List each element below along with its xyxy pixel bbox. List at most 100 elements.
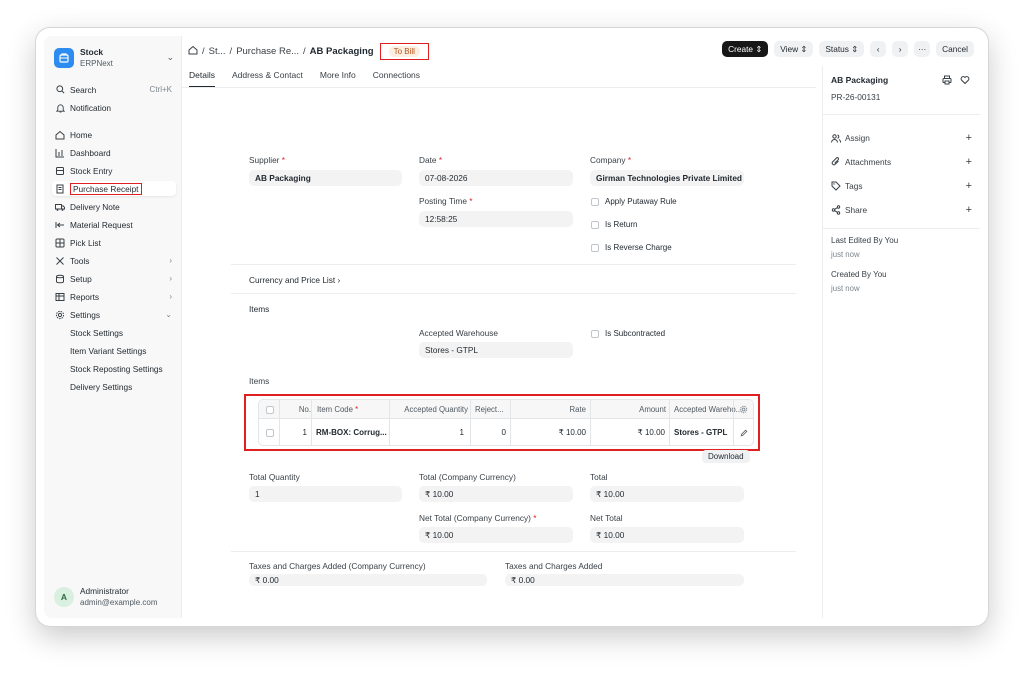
create-label: Create [728, 44, 753, 54]
col-amount: Amount [639, 405, 666, 414]
sidebar-item-purchase-receipt[interactable]: Purchase Receipt [52, 181, 176, 196]
checkbox[interactable] [591, 220, 599, 229]
table-icon [55, 292, 65, 302]
checkbox[interactable] [591, 197, 599, 206]
taxes-label: Taxes and Charges Added [505, 561, 603, 571]
sidebar-subitem-stock-reposting-settings[interactable]: Stock Reposting Settings [70, 361, 163, 376]
row-accepted-qty[interactable]: 1 [393, 419, 464, 445]
row-rate[interactable]: ₹ 10.00 [514, 419, 586, 445]
row-rejected-qty[interactable]: 0 [474, 419, 506, 445]
create-button[interactable]: Create ⇕ [722, 41, 769, 57]
avatar: A [54, 587, 74, 607]
sidebar-item-tools[interactable]: Tools › [52, 253, 176, 268]
tab-details[interactable]: Details [189, 70, 215, 87]
row-item-code[interactable]: RM-BOX: Corrug... [316, 419, 387, 445]
date-field[interactable]: 07-08-2026 [419, 170, 573, 186]
company-field[interactable]: Girman Technologies Private Limited [590, 170, 744, 186]
edit-row-icon[interactable] [740, 419, 748, 445]
col-divider [470, 400, 471, 445]
previous-button[interactable]: ‹ [870, 41, 887, 57]
user-name: Administrator [80, 586, 129, 596]
cancel-button[interactable]: Cancel [936, 41, 974, 57]
add-assign-icon[interactable]: + [966, 132, 972, 144]
tab-connections[interactable]: Connections [373, 70, 420, 87]
sidebar-item-setup[interactable]: Setup › [52, 271, 176, 286]
sidebar-item-dashboard[interactable]: Dashboard [52, 145, 176, 160]
col-accepted-warehouse: Accepted Wareho... [674, 405, 743, 414]
sidebar-item-material-request[interactable]: Material Request [52, 217, 176, 232]
select-all-checkbox[interactable] [266, 400, 274, 419]
accepted-warehouse-field[interactable]: Stores - GTPL [419, 342, 573, 358]
net-total-field: ₹ 10.00 [590, 527, 744, 543]
user-menu[interactable]: A Administrator admin@example.com [54, 586, 157, 608]
more-button[interactable]: ··· [914, 41, 931, 57]
row-warehouse[interactable]: Stores - GTPL [674, 419, 727, 445]
col-divider [669, 400, 670, 445]
checkbox[interactable] [591, 329, 599, 338]
sidebar-notification[interactable]: Notification [52, 100, 176, 115]
sidebar-item-label: Tools [70, 255, 90, 266]
status-button[interactable]: Status ⇕ [819, 41, 865, 57]
checkbox[interactable] [591, 243, 599, 252]
last-edited-label: Last Edited By You [831, 236, 899, 245]
breadcrumb-item[interactable]: Purchase Re... [236, 46, 299, 57]
heart-icon[interactable] [960, 75, 970, 87]
tab-more-info[interactable]: More Info [320, 70, 356, 87]
add-tag-icon[interactable]: + [966, 180, 972, 192]
section-title: Currency and Price List [249, 275, 336, 285]
column-settings-icon[interactable] [739, 400, 748, 419]
sidebar-item-delivery-note[interactable]: Delivery Note [52, 199, 176, 214]
is-subcontracted-checkbox[interactable]: Is Subcontracted [591, 329, 665, 338]
box-icon [55, 166, 65, 176]
view-button[interactable]: View ⇕ [774, 41, 814, 57]
notification-label: Notification [70, 102, 112, 113]
status-badge: To Bill [388, 46, 420, 57]
home-icon [55, 130, 65, 140]
download-button[interactable]: Download [702, 450, 750, 463]
required-marker: * [469, 196, 473, 206]
printer-icon[interactable] [942, 75, 952, 87]
panel-divider [823, 114, 980, 115]
sidebar-item-stock-entry[interactable]: Stock Entry [52, 163, 176, 178]
currency-section-toggle[interactable]: Currency and Price List › [249, 275, 340, 285]
sidebar: Stock ERPNext ⌄ Search Ctrl+K Notificati… [44, 36, 182, 618]
tags-row[interactable]: Tags + [831, 179, 972, 193]
sidebar-subitem-item-variant-settings[interactable]: Item Variant Settings [70, 343, 146, 358]
row-checkbox[interactable] [266, 419, 274, 445]
supplier-field[interactable]: AB Packaging [249, 170, 402, 186]
doc-id: PR-26-00131 [831, 92, 881, 102]
assign-row[interactable]: Assign + [831, 131, 972, 145]
attachments-row[interactable]: Attachments + [831, 155, 972, 169]
sidebar-subitem-delivery-settings[interactable]: Delivery Settings [70, 379, 132, 394]
tabs-divider [182, 87, 816, 88]
sidebar-search[interactable]: Search Ctrl+K [52, 82, 176, 97]
sidebar-item-home[interactable]: Home [52, 127, 176, 142]
checkbox-label: Apply Putaway Rule [605, 197, 677, 206]
sidebar-subitem-stock-settings[interactable]: Stock Settings [70, 325, 123, 340]
apply-putaway-checkbox[interactable]: Apply Putaway Rule [591, 197, 677, 206]
breadcrumb: / St... / Purchase Re... / AB Packaging … [188, 43, 433, 60]
search-label: Search [70, 84, 97, 95]
col-divider [510, 400, 511, 445]
is-return-checkbox[interactable]: Is Return [591, 220, 637, 229]
posting-time-field[interactable]: 12:58:25 [419, 211, 573, 227]
app-switcher[interactable]: Stock ERPNext ⌄ [54, 45, 178, 71]
sidebar-item-pick-list[interactable]: Pick List [52, 235, 176, 250]
sidebar-item-reports[interactable]: Reports › [52, 289, 176, 304]
add-share-icon[interactable]: + [966, 204, 972, 216]
taxes-field: ₹ 0.00 [505, 574, 744, 586]
add-attachment-icon[interactable]: + [966, 156, 972, 168]
search-icon [55, 85, 65, 95]
breadcrumb-separator: / [229, 46, 233, 57]
sidebar-item-settings[interactable]: Settings ⌄ [52, 307, 176, 322]
paperclip-icon [831, 157, 841, 167]
last-edited-value: just now [831, 250, 860, 259]
home-icon[interactable] [188, 45, 198, 58]
tab-address-contact[interactable]: Address & Contact [232, 70, 303, 87]
user-email: admin@example.com [80, 598, 158, 607]
breadcrumb-item[interactable]: St... [209, 46, 226, 57]
is-reverse-charge-checkbox[interactable]: Is Reverse Charge [591, 243, 672, 252]
share-row[interactable]: Share + [831, 203, 972, 217]
next-button[interactable]: › [892, 41, 909, 57]
col-accepted-qty: Accepted Quantity [404, 405, 468, 414]
